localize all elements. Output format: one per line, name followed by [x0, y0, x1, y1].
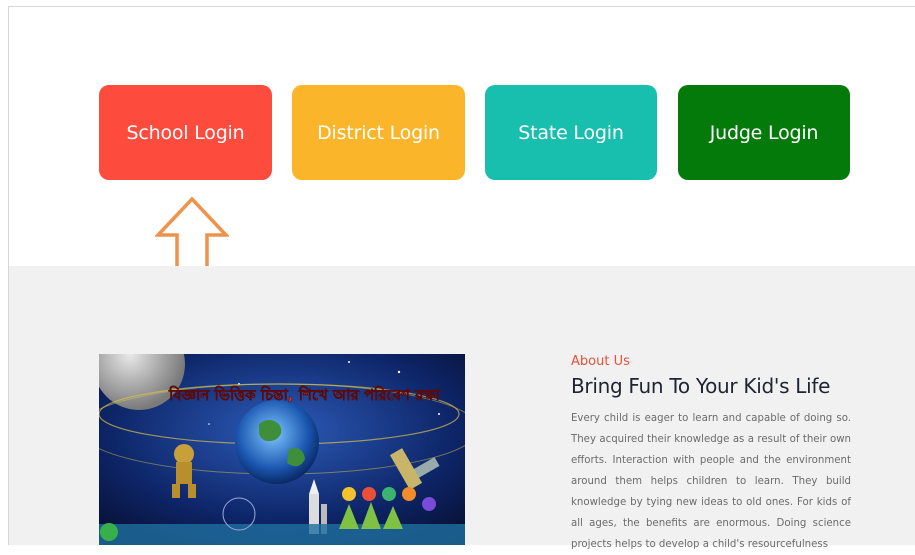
- hero-image: বিজ্ঞান ভিত্তিক চিন্তা, শিখে আর পরিবেশ র…: [99, 354, 465, 545]
- about-title: Bring Fun To Your Kid's Life: [571, 374, 831, 398]
- about-body-text: Every child is eager to learn and capabl…: [571, 413, 851, 550]
- school-login-button[interactable]: School Login: [99, 85, 272, 180]
- login-buttons-row: School Login District Login State Login …: [0, 0, 915, 275]
- state-login-button[interactable]: State Login: [485, 85, 657, 180]
- hero-banner-text: বিজ্ঞান ভিত্তিক চিন্তা, শিখে আর পরিবেশ র…: [168, 385, 441, 404]
- space-collage-illustration: বিজ্ঞান ভিত্তিক চিন্তা, শিখে আর পরিবেশ র…: [99, 354, 465, 545]
- judge-login-button[interactable]: Judge Login: [678, 85, 850, 180]
- earth-graphic: [235, 400, 319, 484]
- about-eyebrow: About Us: [571, 354, 630, 369]
- district-login-button[interactable]: District Login: [292, 85, 465, 180]
- up-arrow-outline-icon: [155, 196, 229, 275]
